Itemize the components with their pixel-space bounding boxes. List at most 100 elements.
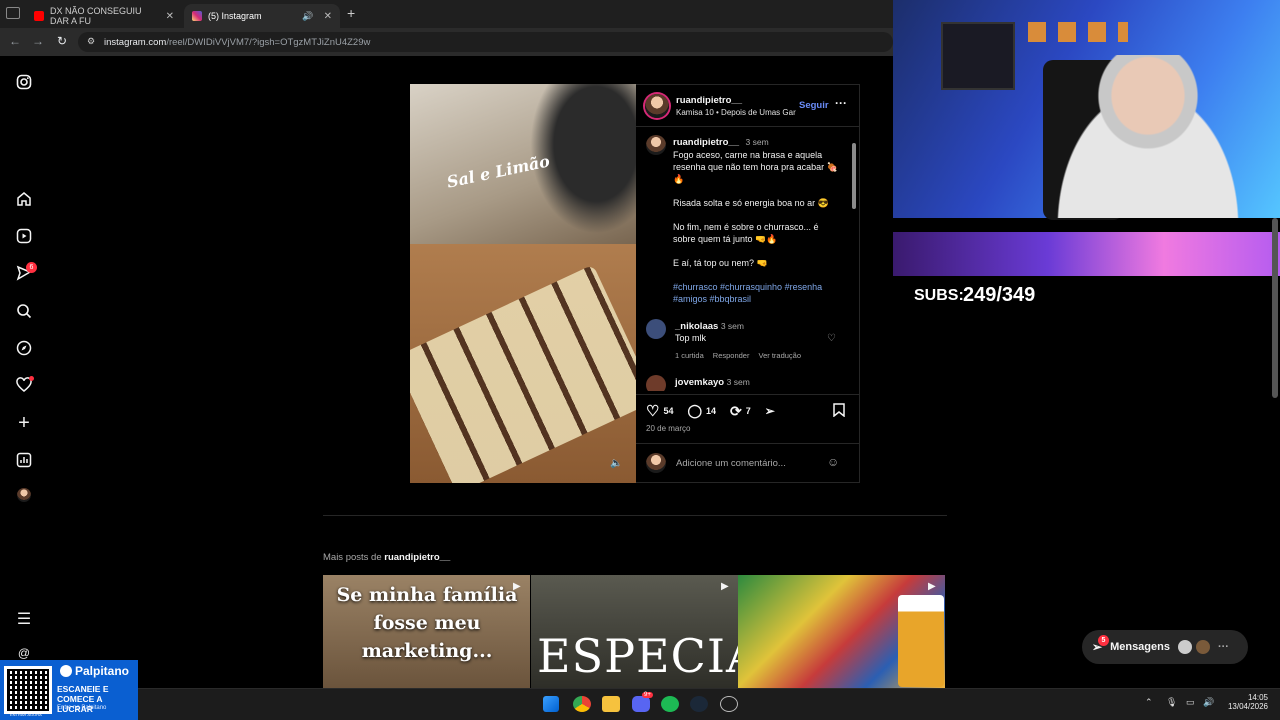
- dashboard-icon[interactable]: [14, 450, 34, 470]
- audio-track[interactable]: Kamisa 10 • Depois de Umas Gar...: [676, 108, 796, 117]
- address-bar[interactable]: ⚙ instagram.com/reel/DWIDiVVjVM7/?igsh=O…: [78, 32, 893, 52]
- new-tab-icon[interactable]: +: [347, 5, 355, 21]
- post-panel: ruandipietro__ Kamisa 10 • Depois de Uma…: [636, 84, 860, 483]
- grid-post[interactable]: ESPECIAL ▶: [531, 575, 738, 688]
- subs-label: SUBS:: [914, 287, 964, 304]
- repost-icon[interactable]: ⟳: [730, 403, 742, 420]
- tab-youtube[interactable]: DX NÃO CONSEGUIU DAR A FU ✕: [26, 4, 182, 28]
- qr-code: [4, 666, 52, 714]
- network-icon[interactable]: ▭: [1186, 697, 1195, 708]
- comment-count[interactable]: 14: [706, 406, 716, 416]
- ad-cta[interactable]: ENTRAR AGORA: [10, 712, 42, 717]
- tray-chevron-icon[interactable]: ⌃: [1145, 697, 1153, 708]
- contact-avatar: [1195, 640, 1210, 654]
- back-icon[interactable]: ←: [8, 34, 22, 48]
- share-icon[interactable]: ➢: [765, 404, 775, 418]
- grid-post[interactable]: Se minha família fosse meu marketing... …: [323, 575, 530, 688]
- spotify-icon[interactable]: [661, 696, 679, 712]
- notification-dot: [29, 376, 34, 381]
- page-scrollbar[interactable]: [1272, 218, 1278, 398]
- ad-line: ESCANEIE E: [57, 684, 109, 694]
- instagram-logo-icon[interactable]: [14, 72, 34, 92]
- menu-icon[interactable]: ☰: [14, 609, 34, 629]
- profile-avatar[interactable]: [17, 488, 31, 502]
- tab-overview-icon[interactable]: [6, 7, 20, 19]
- steam-icon[interactable]: [690, 696, 708, 712]
- repost-count[interactable]: 7: [746, 406, 751, 416]
- reply-button[interactable]: Responder: [713, 351, 750, 360]
- commenter-avatar[interactable]: [646, 319, 666, 339]
- mic-icon[interactable]: 🎙: [1166, 697, 1177, 708]
- explore-icon[interactable]: [14, 338, 34, 358]
- home-icon[interactable]: [14, 189, 34, 209]
- translate-button[interactable]: Ver tradução: [758, 351, 801, 360]
- palpitano-ad[interactable]: Palpitano ESCANEIE E COMECE A LUCRAR Ent…: [0, 660, 138, 720]
- follow-button[interactable]: Seguir: [799, 100, 829, 111]
- comment-icon[interactable]: ◯: [687, 403, 702, 419]
- author-avatar[interactable]: [645, 94, 669, 118]
- more-posts-prefix: Mais posts de: [323, 552, 385, 563]
- close-tab-icon[interactable]: ✕: [166, 11, 174, 22]
- instagram-favicon-icon: [192, 11, 202, 21]
- emoji-icon[interactable]: ☺: [827, 455, 839, 469]
- threads-icon[interactable]: @: [14, 646, 34, 660]
- close-tab-icon[interactable]: ✕: [324, 11, 332, 22]
- volume-icon[interactable]: 🔊: [1203, 697, 1214, 708]
- more-posts-user[interactable]: ruandipietro__: [384, 552, 450, 563]
- caption-avatar[interactable]: [646, 135, 666, 155]
- messages-button[interactable]: ➢ 5 Mensagens ···: [1082, 630, 1248, 664]
- comments-scroll[interactable]: ruandipietro__ 3 sem Fogo aceso, carne n…: [636, 129, 850, 391]
- comment-likes[interactable]: 1 curtida: [675, 351, 704, 360]
- forward-icon[interactable]: →: [31, 34, 45, 48]
- comments-scrollbar[interactable]: [851, 129, 857, 391]
- grid-post[interactable]: ▶: [738, 575, 945, 688]
- obs-icon[interactable]: [720, 696, 738, 712]
- direct-icon[interactable]: 6: [14, 262, 37, 283]
- comment-username[interactable]: _nikolaas: [675, 321, 718, 332]
- reels-icon[interactable]: [14, 226, 34, 246]
- my-avatar: [646, 453, 666, 473]
- comment-username[interactable]: jovemkayo: [675, 377, 724, 388]
- more-options-icon[interactable]: ···: [835, 96, 847, 110]
- caption-username[interactable]: ruandipietro__: [673, 137, 739, 148]
- site-info-icon[interactable]: ⚙: [87, 36, 95, 47]
- reel-badge-icon: ▶: [721, 581, 729, 592]
- youtube-favicon-icon: [34, 11, 44, 21]
- caption-time: 3 sem: [745, 137, 769, 147]
- clock[interactable]: 14:05 13/04/2026: [1226, 693, 1268, 711]
- browser-tab-bar: DX NÃO CONSEGUIU DAR A FU ✕ (5) Instagra…: [0, 0, 893, 28]
- palpitano-logo-icon: [60, 665, 72, 677]
- mute-icon[interactable]: 🔈: [610, 458, 622, 469]
- add-comment-input[interactable]: Adicione um comentário...: [676, 458, 786, 469]
- comment-text: Top mlk: [675, 333, 707, 343]
- ad-line: COMECE A LUCRAR: [57, 694, 103, 714]
- discord-icon[interactable]: 9+: [632, 692, 653, 712]
- ad-subtext: Entre no Palpitano: [57, 705, 107, 711]
- like-icon[interactable]: ♡: [646, 402, 659, 420]
- commenter-avatar[interactable]: [646, 375, 666, 391]
- messages-badge: 5: [1098, 635, 1109, 646]
- chrome-icon[interactable]: [573, 696, 591, 712]
- tab-instagram[interactable]: (5) Instagram 🔊 ✕: [184, 4, 340, 28]
- author-username[interactable]: ruandipietro__: [676, 95, 742, 106]
- heart-icon[interactable]: [14, 375, 34, 395]
- comment-divider: [636, 443, 860, 444]
- create-icon[interactable]: +: [14, 412, 34, 434]
- reload-icon[interactable]: ↻: [55, 34, 69, 48]
- save-icon[interactable]: [833, 403, 845, 420]
- direct-icon: ➢ 5: [1092, 635, 1109, 654]
- caption-hashtags[interactable]: #churrasco #churrasquinho #resenha #amig…: [673, 281, 843, 305]
- windows-start-icon[interactable]: [543, 696, 559, 712]
- search-icon[interactable]: [14, 301, 34, 321]
- reel-badge-icon: ▶: [928, 581, 936, 592]
- file-explorer-icon[interactable]: [602, 696, 620, 712]
- scrollbar-thumb[interactable]: [852, 143, 856, 209]
- subs-overlay: SUBS: 249/349: [893, 228, 1280, 306]
- like-count[interactable]: 54: [663, 406, 673, 416]
- audio-playing-icon[interactable]: 🔊: [302, 11, 313, 22]
- subs-value: 249/349: [963, 284, 1036, 306]
- action-bar: ♡ 54 ◯ 14 ⟳ 7 ➢: [646, 402, 775, 421]
- reel-video[interactable]: Sal e Limão 🔈: [410, 84, 636, 483]
- actions-divider: [636, 394, 860, 395]
- comment-like-icon[interactable]: ♡: [827, 333, 836, 344]
